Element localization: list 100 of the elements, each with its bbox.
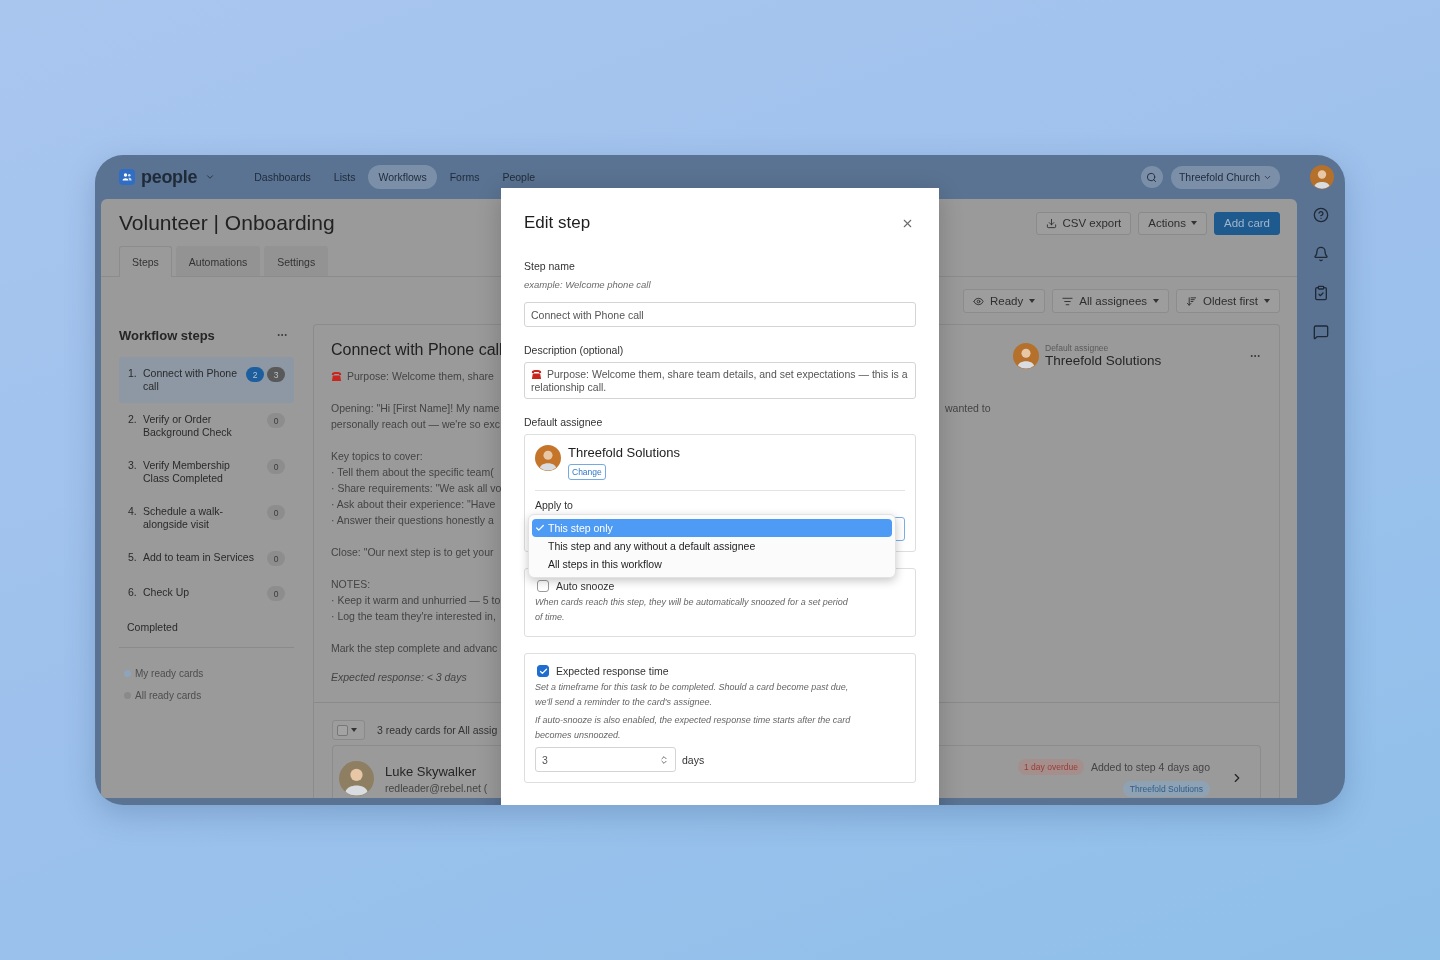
step-item[interactable]: 1. Connect with Phone call 2 3: [119, 357, 294, 403]
sort-icon: [1186, 295, 1198, 307]
description-line: Purpose: Welcome them, share: [347, 369, 494, 384]
person-name: Luke Skywalker: [385, 763, 478, 779]
organization-button[interactable]: Threefold Church: [1170, 165, 1280, 189]
description-line: · Keep it warm and unhurried — 5 to: [331, 593, 501, 608]
help-icon[interactable]: [1313, 207, 1329, 223]
description-line: · Ask about their experience: "Have: [331, 497, 496, 512]
avatar: [535, 445, 561, 471]
clipboard-check-icon[interactable]: [1313, 285, 1329, 301]
bell-icon[interactable]: [1313, 246, 1329, 262]
step-item[interactable]: 5. Add to team in Services 0: [119, 541, 294, 576]
unit-label: days: [682, 753, 705, 766]
filter-button[interactable]: Oldest first: [1176, 289, 1280, 313]
menu-option[interactable]: This step and any without a default assignee: [532, 537, 892, 555]
filter-button[interactable]: Ready: [963, 289, 1046, 313]
nav-link[interactable]: People: [492, 165, 546, 189]
message-icon[interactable]: [1313, 324, 1329, 340]
tab[interactable]: Settings: [264, 246, 329, 276]
filter-icon: [1062, 295, 1074, 307]
nav-link[interactable]: Lists: [323, 165, 366, 189]
tab[interactable]: Steps: [119, 246, 172, 277]
avatar: [339, 761, 374, 796]
caret-icon: [1264, 299, 1270, 303]
chevron-down-icon[interactable]: [205, 172, 216, 182]
tab[interactable]: Automations: [175, 246, 261, 276]
checkbox[interactable]: [537, 580, 549, 592]
checkbox-label: Auto snooze: [556, 580, 615, 592]
step-item[interactable]: 3. Verify Membership Class Completed 0: [119, 449, 294, 495]
nav-link[interactable]: Forms: [439, 165, 490, 189]
legend-label[interactable]: My ready cards: [135, 667, 204, 679]
count-badge: 2: [246, 367, 264, 382]
count-badge: 0: [267, 459, 285, 474]
completed-item[interactable]: Completed: [119, 611, 294, 643]
eye-icon: [973, 295, 984, 307]
help-text: Set a timeframe for this task to be completed. Should a card become past due, we'll send a reminder to the card's assignee.: [535, 681, 850, 709]
checkbox-label: Expected response time: [556, 665, 669, 677]
description-line: · Share requirements: "We ask all vo: [331, 481, 502, 496]
avatar: [1013, 343, 1039, 369]
description-field[interactable]: Purpose: Welcome them, share team details, and set expectations — this is a relationship call.: [524, 362, 916, 399]
caret-icon: [1153, 299, 1160, 303]
count-badge: 3: [267, 367, 285, 382]
assignee-name: Threefold Solutions: [568, 445, 680, 461]
select-all-checkbox[interactable]: [332, 720, 365, 740]
filter-button[interactable]: All assignees: [1052, 289, 1170, 313]
assignee-caption: Default assignee: [1045, 343, 1110, 353]
description-line: personally reach out — we're so exc: [331, 417, 500, 432]
field-label: Step name: [524, 259, 576, 273]
stepper-icon[interactable]: [659, 754, 669, 765]
assignee-name: Threefold Solutions: [1045, 352, 1163, 369]
count-badge: 0: [267, 413, 285, 428]
caret-icon: [1190, 221, 1197, 225]
step-name-field[interactable]: Connect with Phone call: [524, 302, 916, 327]
description-line: · Log the team they're interested in,: [331, 609, 496, 624]
field-hint: example: Welcome phone call: [524, 278, 652, 292]
avatar: [1310, 165, 1334, 189]
menu-option[interactable]: All steps in this workflow: [532, 555, 892, 573]
description-line: Mark the step complete and advanc: [331, 641, 498, 656]
count-badge: 0: [267, 551, 285, 566]
sidebar-title: Workflow steps: [119, 327, 215, 343]
field-label: Default assignee: [524, 415, 604, 429]
description-line: Opening: "Hi [First Name]! My name: [331, 401, 500, 416]
toolbar-button[interactable]: Add card: [1213, 211, 1280, 235]
step-item[interactable]: 2. Verify or Order Background Check 0: [119, 403, 294, 449]
nav-link[interactable]: Workflows: [368, 165, 437, 189]
description-line: wanted to: [945, 401, 992, 416]
dialog-title: Edit step: [524, 213, 591, 233]
help-text: If auto-snooze is also enabled, the expected response time starts after the card becomes unsnoozed.: [535, 714, 852, 742]
count-badge: 0: [267, 586, 285, 601]
check-icon: [535, 523, 545, 533]
step-title: Connect with Phone call: [331, 340, 502, 360]
search-button[interactable]: [1140, 166, 1163, 188]
caret-icon: [351, 728, 357, 732]
phone-icon: [531, 369, 542, 380]
count-badge: 0: [267, 505, 285, 520]
assignee-tag: Threefold Solutions: [1122, 780, 1210, 797]
checkbox[interactable]: [537, 665, 549, 677]
step-item[interactable]: 4. Schedule a walk-alongside visit 0: [119, 495, 294, 541]
menu-option[interactable]: This step only: [532, 519, 892, 537]
logo-text[interactable]: people: [141, 166, 198, 188]
overdue-badge: 1 day overdue: [1018, 758, 1084, 775]
page-title: Volunteer | Onboarding: [119, 210, 335, 236]
person-phone: (: [483, 781, 488, 794]
toolbar-button[interactable]: Actions: [1138, 211, 1207, 235]
person-email: redleader@rebel.net: [385, 781, 481, 794]
toolbar-button[interactable]: CSV export: [1036, 211, 1132, 235]
search-icon: [1146, 171, 1158, 183]
days-field[interactable]: 3: [535, 747, 676, 772]
nav-link[interactable]: Dashboards: [244, 165, 321, 189]
phone-icon: [331, 370, 342, 382]
caret-icon: [1029, 299, 1036, 303]
step-item[interactable]: 6. Check Up 0: [119, 576, 294, 611]
added-date: Added to step 4 days ago: [1090, 760, 1210, 773]
change-button[interactable]: Change: [568, 464, 606, 480]
description-line: NOTES:: [331, 577, 371, 592]
people-icon: [119, 169, 135, 185]
description-line: Key topics to cover:: [331, 449, 423, 464]
description-line: Close: "Our next step is to get your: [331, 545, 494, 560]
legend-label[interactable]: All ready cards: [135, 689, 202, 701]
description-line: · Tell them about the specific team(: [331, 465, 494, 480]
